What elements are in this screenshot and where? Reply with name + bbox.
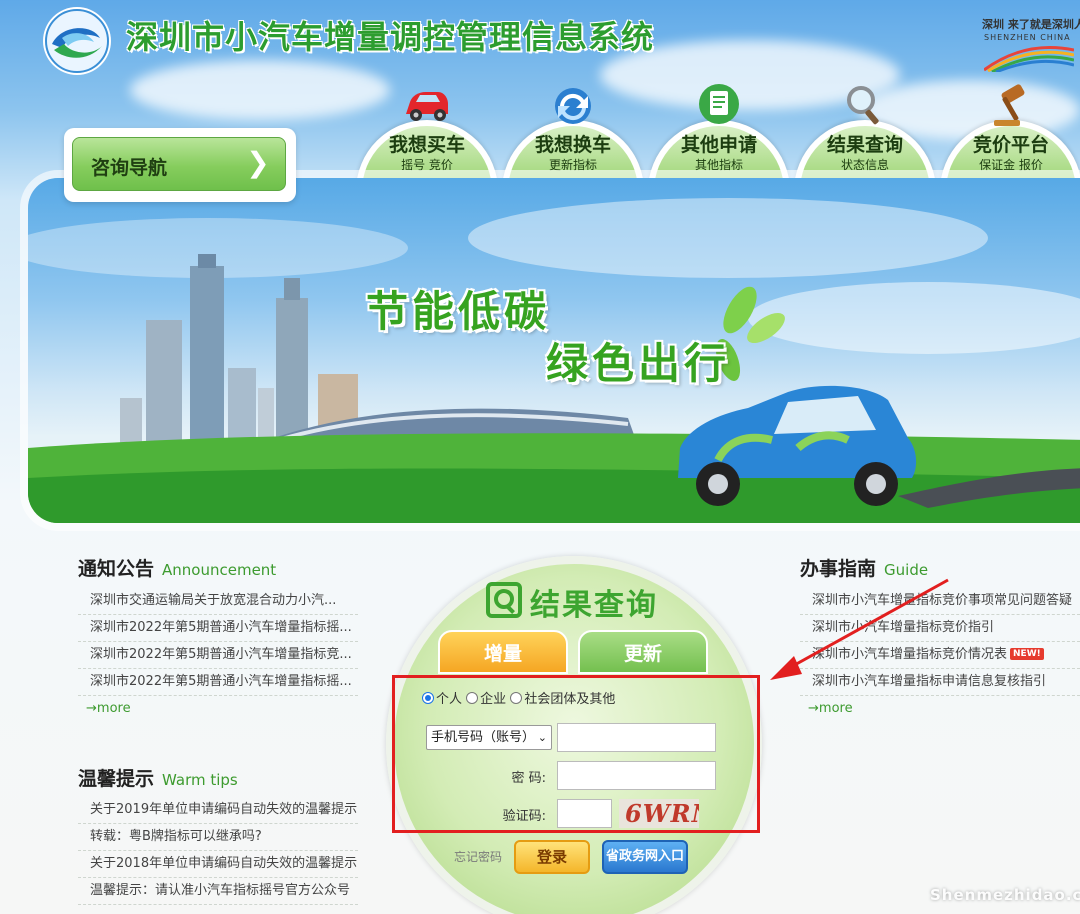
notice-item[interactable]: 深圳市交通运输局关于放宽混合动力小汽... [78, 588, 358, 615]
city-logo-en: SHENZHEN CHINA [984, 33, 1071, 42]
forgot-password-link[interactable]: 忘记密码 [454, 848, 502, 865]
notice-item[interactable]: 深圳市2022年第5期普通小汽车增量指标摇... [78, 615, 358, 642]
guide-more-link[interactable]: →more [808, 701, 853, 716]
tips-item[interactable]: 关于2018年单位申请编码自动失效的温馨提示 [78, 851, 358, 878]
rainbow-swoosh-icon [984, 46, 1074, 72]
consult-nav-panel: 咨询导航 ❯ [64, 128, 296, 202]
tips-item[interactable]: 温馨提示：请认准小汽车指标摇号官方公众号 [78, 878, 358, 905]
highlight-box [392, 675, 760, 833]
nav-subtitle: 摇号 竞价 [401, 158, 453, 172]
query-logo-icon [486, 582, 522, 618]
nav-title: 我想买车 [388, 134, 465, 156]
site-title: 深圳市小汽车增量调控管理信息系统 [126, 18, 655, 56]
banner-slogan-2: 绿色出行 [546, 339, 731, 388]
nav-bidding-platform[interactable]: 竞价平台 保证金 报价 [940, 82, 1080, 220]
notice-title-en: Announcement [162, 561, 277, 579]
hero-banner: 节能低碳 绿色出行 [28, 178, 1080, 523]
nav-title: 结果查询 [826, 134, 903, 156]
consult-nav-button[interactable]: 咨询导航 ❯ [72, 137, 286, 191]
nav-title: 竞价平台 [972, 134, 1049, 156]
annotation-arrow-icon [770, 578, 949, 680]
nav-subtitle: 状态信息 [840, 158, 889, 172]
gov-portal-button[interactable]: 省政务网入口 [602, 840, 688, 874]
red-car-icon [406, 92, 448, 121]
tips-item[interactable]: 关于2019年单位申请编码自动失效的温馨提示 [78, 797, 358, 824]
notice-more-link[interactable]: →more [86, 701, 131, 716]
consult-nav-label: 咨询导航 [91, 157, 168, 179]
nav-title: 其他申请 [680, 134, 757, 156]
tips-title: 温馨提示 [78, 768, 155, 790]
login-button[interactable]: 登录 [514, 840, 590, 874]
more-label: more [818, 701, 853, 716]
magnifier-icon [847, 86, 879, 125]
banner-slogan-1: 节能低碳 [366, 287, 551, 336]
tab-increment[interactable]: 增量 [438, 630, 568, 674]
shenzhen-city-logo: 深圳 来了就是深圳人 SHENZHEN CHINA [980, 16, 1080, 74]
city-logo-cn: 深圳 来了就是深圳人 [982, 18, 1080, 31]
notice-item[interactable]: 深圳市2022年第5期普通小汽车增量指标竞... [78, 642, 358, 669]
document-icon [699, 84, 739, 124]
arrow-right-icon: → [808, 701, 819, 716]
tips-item[interactable]: 转载：粤B牌指标可以继承吗? [78, 824, 358, 851]
nav-change-car[interactable]: 我想换车 更新指标 [502, 82, 644, 220]
tab-renew[interactable]: 更新 [578, 630, 708, 674]
nav-title: 我想换车 [534, 134, 611, 156]
query-panel-title: 结果查询 [530, 588, 658, 623]
new-badge: NEW! [1010, 648, 1044, 660]
gavel-icon [994, 84, 1025, 126]
notice-section-title: 通知公告 Announcement [78, 554, 276, 581]
nav-buy-car[interactable]: 我想买车 摇号 竞价 [356, 82, 498, 220]
tips-list: 关于2019年单位申请编码自动失效的温馨提示 转载：粤B牌指标可以继承吗? 关于… [78, 797, 358, 905]
tips-title-en: Warm tips [162, 771, 238, 789]
nav-subtitle: 更新指标 [548, 158, 597, 172]
nav-subtitle: 其他指标 [694, 158, 743, 172]
more-label: more [96, 701, 131, 716]
tips-section-title: 温馨提示 Warm tips [78, 764, 238, 791]
nav-result-query[interactable]: 结果查询 状态信息 [794, 82, 936, 220]
notice-title: 通知公告 [78, 558, 155, 580]
arrow-right-icon: → [86, 701, 97, 716]
cloud-decoration [130, 60, 390, 120]
watermark: Shenmezhidao.com [930, 886, 1080, 904]
nav-subtitle: 保证金 报价 [979, 158, 1043, 172]
chevron-right-icon: ❯ [246, 146, 270, 179]
transport-bureau-logo-icon[interactable] [34, 4, 120, 78]
nav-other-apply[interactable]: 其他申请 其他指标 [648, 82, 790, 220]
notice-list: 深圳市交通运输局关于放宽混合动力小汽... 深圳市2022年第5期普通小汽车增量… [78, 588, 358, 696]
refresh-arrows-icon [555, 88, 591, 124]
notice-item[interactable]: 深圳市2022年第5期普通小汽车增量指标摇... [78, 669, 358, 696]
